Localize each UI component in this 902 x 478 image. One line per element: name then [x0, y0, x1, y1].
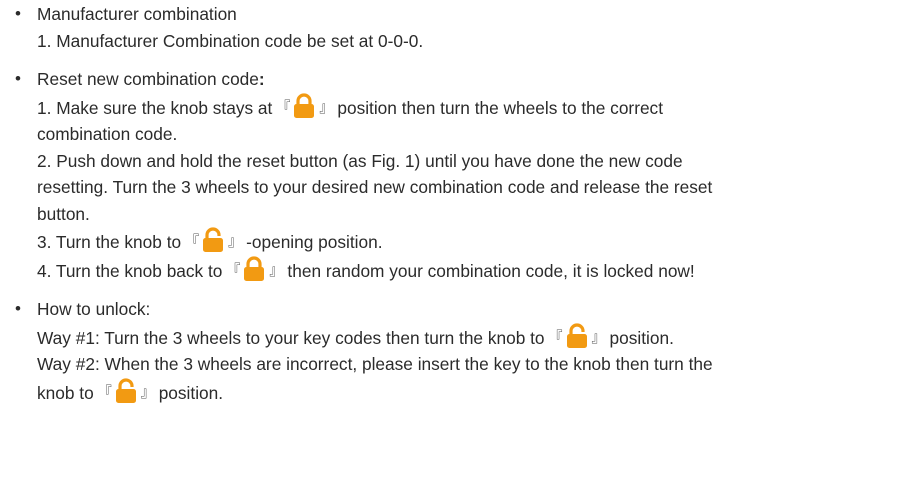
bracket-open: 『 [97, 383, 112, 400]
reset-step-4: 4. Turn the knob back to 『 』 then random yo… [37, 256, 893, 285]
instruction-document: • Manufacturer combination 1. Manufactur… [13, 1, 893, 418]
bracket-open: 『 [548, 328, 563, 345]
step-text: -opening position. [246, 232, 383, 252]
reset-step-1-line-1: 1. Make sure the knob stays at 『 』 position… [37, 93, 893, 122]
bracket-close: 』 [591, 328, 606, 345]
section-reset-combination: • Reset new combination code: 1. Make su… [13, 66, 893, 284]
step-text: knob to [37, 382, 94, 403]
step-text: position. [609, 327, 674, 348]
bullet: • [15, 69, 21, 88]
section-heading-colon: : [258, 69, 265, 89]
bracket-open: 『 [226, 261, 241, 278]
bracket-close: 』 [140, 383, 155, 400]
bracket-close: 』 [269, 261, 284, 278]
padlock-open-icon [201, 227, 225, 253]
padlock-open-icon [565, 323, 589, 349]
unlock-way-1: Way #1: Turn the 3 wheels to your key co… [37, 323, 893, 352]
bracket-open: 『 [276, 98, 291, 115]
step-text: position. [158, 382, 224, 403]
section-heading: Manufacturer combination [37, 4, 237, 24]
reset-step-1-line-2: combination code. [37, 124, 178, 144]
bullet: • [15, 4, 21, 23]
step-text: 4. Turn the knob back to [37, 260, 223, 281]
section-heading: How to unlock: [37, 299, 151, 319]
bracket-open: 『 [185, 233, 200, 249]
bracket-close: 』 [228, 233, 243, 249]
step-text: 3. Turn the knob to [37, 232, 182, 252]
step-text: Way #1: Turn the 3 wheels to your key co… [37, 327, 545, 348]
reset-step-2-line-2: resetting. Turn the 3 wheels to your des… [37, 177, 713, 197]
unlock-way-2-line-2: knob to 『 』 position. [37, 378, 893, 407]
padlock-closed-icon [292, 93, 316, 119]
padlock-open-icon [114, 378, 138, 404]
reset-step-2-line-1: 2. Push down and hold the reset button (… [37, 150, 683, 171]
bracket-close: 』 [319, 98, 334, 115]
manufacturer-step-1: 1. Manufacturer Combination code be set … [37, 30, 424, 51]
section-heading: Reset new combination code: [37, 66, 893, 93]
section-heading-text: Reset new combination code [37, 69, 259, 89]
padlock-closed-icon [242, 256, 266, 282]
reset-step-3: 3. Turn the knob to 『 』 -opening position. [37, 227, 893, 256]
section-how-to-unlock: • How to unlock: Way #1: Turn the 3 whee… [13, 296, 893, 406]
step-text: position then turn the wheels to the cor… [337, 97, 663, 118]
bullet: • [15, 299, 21, 318]
reset-step-2-line-3: button. [37, 203, 90, 224]
step-text: then random your combination code, it is… [287, 260, 695, 281]
step-text: 1. Make sure the knob stays at [37, 97, 273, 118]
section-manufacturer-combination: • Manufacturer combination 1. Manufactur… [13, 1, 893, 54]
unlock-way-2-line-1: Way #2: When the 3 wheels are incorrect,… [37, 354, 713, 374]
